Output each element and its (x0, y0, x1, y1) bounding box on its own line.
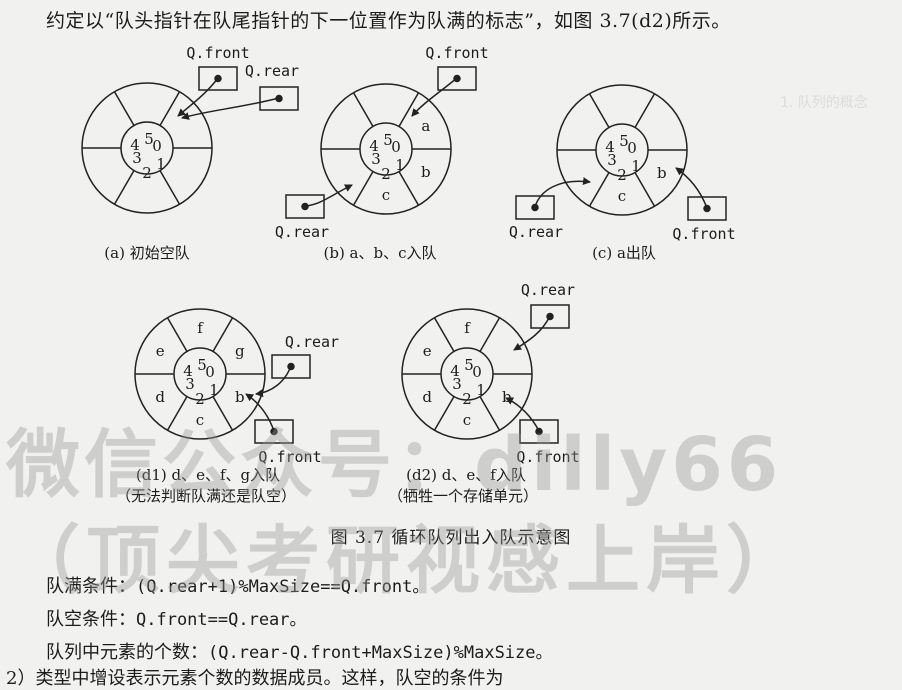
index-label-5: 5 (197, 356, 207, 374)
index-label-2: 2 (142, 164, 152, 182)
rear-pointer-arrow (534, 177, 591, 208)
slot-value-c: c (196, 411, 204, 429)
front-pointer-arrow (411, 77, 458, 117)
front-pointer-arrow (675, 167, 708, 209)
ring-divider (634, 93, 656, 128)
index-label-2: 2 (617, 166, 627, 184)
index-label-4: 4 (130, 136, 140, 154)
ring-divider (166, 317, 188, 352)
rear-pointer-label: Q.rear (509, 223, 563, 241)
rear-pointer-arrow (513, 315, 551, 351)
subfigure-d2-note: （牺牲一个存储单元） (388, 487, 538, 505)
front-pointer-label: Q.front (672, 225, 735, 243)
index-label-1: 1 (476, 381, 486, 399)
index-label-2: 2 (462, 390, 472, 408)
ring-divider (113, 170, 135, 205)
slot-value-a: a (421, 117, 430, 135)
slot-value-f: f (464, 319, 471, 337)
slot-value-c: c (618, 187, 626, 205)
queue-count-label: 队列中元素的个数： (46, 642, 208, 663)
rear-pointer-label: Q.rear (245, 62, 299, 80)
ring-divider (588, 172, 610, 207)
ring-divider (398, 171, 420, 206)
ring-divider (479, 317, 501, 352)
ring-divider (479, 396, 501, 431)
index-label-4: 4 (183, 362, 193, 380)
figure-caption: 图 3.7 循环队列出入队示意图 (330, 528, 572, 548)
index-label-5: 5 (144, 130, 154, 148)
ring-divider (159, 91, 181, 126)
slot-value-b: b (421, 163, 431, 181)
subfigure-a-label: (a) 初始空队 (104, 244, 189, 262)
slot-value-b: b (502, 388, 512, 406)
subfigure-c-label: (c) a出队 (592, 244, 656, 262)
index-label-5: 5 (464, 356, 474, 374)
slot-value-d: d (422, 388, 432, 406)
ring-divider (113, 91, 135, 126)
ring-divider (352, 171, 374, 206)
index-label-4: 4 (450, 362, 460, 380)
slot-value-c: c (463, 411, 471, 429)
ring-divider (398, 92, 420, 127)
next-paragraph-fragment: 2）类型中增设表示元素个数的数据成员。这样，队空的条件为 (6, 668, 504, 689)
queue-full-condition: 队满条件：(Q.rear+1)%MaxSize==Q.front。 (46, 572, 429, 598)
slot-value-e: e (423, 342, 432, 360)
front-pointer-arrow (177, 77, 219, 117)
queue-diagram-figure: 01234 5Q.frontQ.rear(a) 初始空队01234 5abcQ.fr… (81, 44, 736, 505)
queue-empty-code: Q.front==Q.rear。 (136, 610, 307, 630)
ring-divider (166, 396, 188, 431)
index-label-4: 4 (369, 137, 379, 155)
slot-value-b: b (235, 388, 245, 406)
slot-value-e: e (156, 342, 165, 360)
ring-divider (159, 170, 181, 205)
ring-divider (433, 317, 455, 352)
index-label-5: 5 (619, 132, 629, 150)
front-pointer-label: Q.front (258, 448, 321, 466)
ring-divider (433, 396, 455, 431)
ring-divider (352, 92, 374, 127)
front-pointer-label: Q.front (425, 44, 488, 62)
rear-pointer-label: Q.rear (285, 333, 339, 351)
subfigure-b-label: (b) a、b、c入队 (323, 244, 436, 262)
ring-divider (634, 172, 656, 207)
subfigure-d2-label: (d2) d、e、f入队 (406, 466, 526, 484)
queue-full-code: (Q.rear+1)%MaxSize==Q.front。 (136, 577, 430, 597)
index-label-2: 2 (195, 390, 205, 408)
ring-divider (588, 93, 610, 128)
ring-divider (212, 317, 234, 352)
queue-count-code: (Q.rear-Q.front+MaxSize)%MaxSize。 (208, 643, 553, 663)
index-label-5: 5 (383, 131, 393, 149)
subfigure-d1-label: (d1) d、e、f、g入队 (136, 466, 280, 484)
index-label-4: 4 (605, 138, 615, 156)
queue-empty-label: 队空条件： (46, 609, 136, 630)
slot-value-c: c (382, 186, 390, 204)
queue-ring-a (81, 82, 213, 214)
rear-pointer-label: Q.rear (521, 281, 575, 299)
slot-value-b: b (657, 164, 667, 182)
subfigure-d1-note: （无法判断队满还是队空） (116, 487, 296, 505)
index-label-1: 1 (395, 156, 405, 174)
rear-pointer-arrow (255, 365, 292, 398)
queue-full-label: 队满条件： (46, 576, 136, 597)
front-pointer-label: Q.front (186, 44, 249, 62)
ring-divider (212, 396, 234, 431)
front-pointer-label: Q.front (516, 448, 579, 466)
front-pointer-box-dot (535, 427, 543, 436)
slot-value-d: d (155, 388, 165, 406)
index-label-1: 1 (156, 155, 166, 173)
queue-empty-condition: 队空条件：Q.front==Q.rear。 (46, 605, 307, 631)
index-label-2: 2 (381, 165, 391, 183)
rear-pointer-label: Q.rear (275, 223, 329, 241)
index-label-1: 1 (631, 157, 641, 175)
index-label-1: 1 (209, 381, 219, 399)
slot-value-f: f (197, 319, 204, 337)
slot-value-g: g (235, 342, 245, 360)
queue-count-formula: 队列中元素的个数：(Q.rear-Q.front+MaxSize)%MaxSiz… (46, 638, 553, 664)
